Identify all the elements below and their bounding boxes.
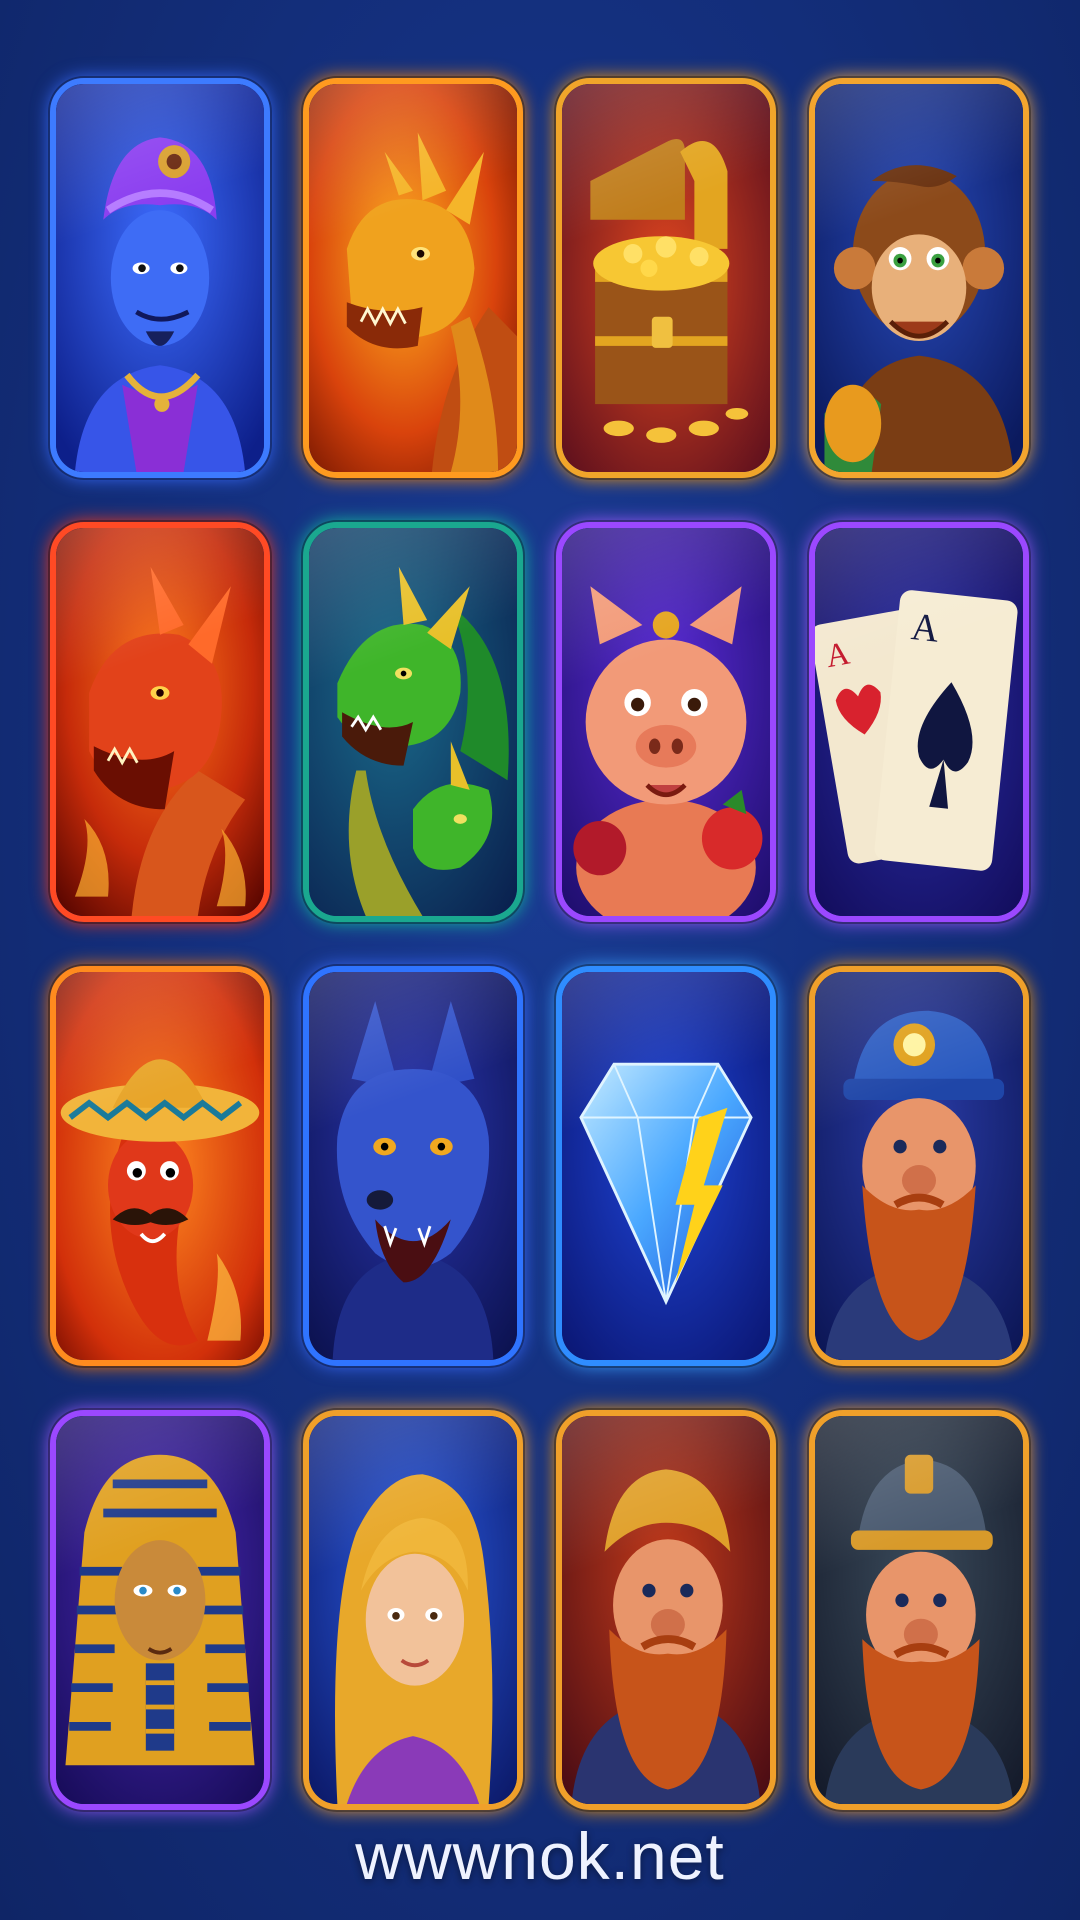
genie-icon	[56, 84, 264, 472]
game-tile-chili-pepper[interactable]	[50, 966, 270, 1366]
game-tile-diamond[interactable]	[556, 966, 776, 1366]
game-tile-pharaoh[interactable]	[50, 1410, 270, 1810]
chili-pepper-icon	[56, 972, 264, 1360]
helmet-dwarf-icon	[815, 1416, 1023, 1804]
game-tile-dwarf[interactable]	[556, 1410, 776, 1810]
game-tile-golden-dragon[interactable]	[303, 78, 523, 478]
fire-dragon-icon	[56, 528, 264, 916]
pharaoh-icon	[56, 1416, 264, 1804]
green-dragon-icon	[309, 528, 517, 916]
game-tile-green-dragon[interactable]	[303, 522, 523, 922]
game-grid: A A	[50, 78, 1030, 1810]
game-tile-pig[interactable]	[556, 522, 776, 922]
monkey-icon	[815, 84, 1023, 472]
dwarf-icon	[562, 1416, 770, 1804]
game-tile-monkey[interactable]	[809, 78, 1029, 478]
wolf-icon	[309, 972, 517, 1360]
game-tile-fire-dragon[interactable]	[50, 522, 270, 922]
princess-icon	[309, 1416, 517, 1804]
game-tile-miner-dwarf[interactable]	[809, 966, 1029, 1366]
game-tile-helmet-dwarf[interactable]	[809, 1410, 1029, 1810]
game-tile-genie[interactable]	[50, 78, 270, 478]
diamond-icon	[562, 972, 770, 1360]
game-tile-treasure-chest[interactable]	[556, 78, 776, 478]
playing-cards-icon: A A	[815, 528, 1023, 916]
treasure-chest-icon	[562, 84, 770, 472]
pig-icon	[562, 528, 770, 916]
miner-dwarf-icon	[815, 972, 1023, 1360]
site-domain-text: wwwnok.net	[355, 1819, 725, 1893]
golden-dragon-icon	[309, 84, 517, 472]
game-tile-wolf[interactable]	[303, 966, 523, 1366]
svg-text:A: A	[909, 606, 941, 651]
game-tile-princess[interactable]	[303, 1410, 523, 1810]
game-tile-playing-cards[interactable]: A A	[809, 522, 1029, 922]
